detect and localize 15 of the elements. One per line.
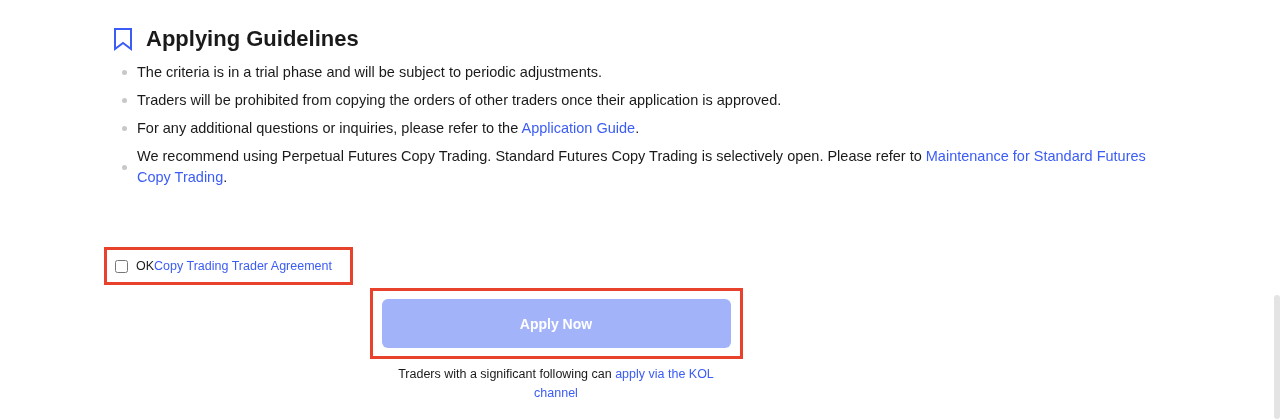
kol-channel-link[interactable]: channel <box>534 386 578 400</box>
agreement-label: OK <box>136 259 155 273</box>
guideline-text: Traders will be prohibited from copying the orders of other traders once their application is approved. <box>137 91 782 110</box>
guideline-text: The criteria is in a trial phase and will be subject to periodic adjustments. <box>137 63 603 82</box>
bookmark-icon <box>112 27 134 51</box>
guide-link[interactable]: Maintenance for Standard Futures <box>925 148 1146 164</box>
agreement-link[interactable]: Copy Trading Trader Agreement <box>154 259 332 273</box>
section-title: Applying Guidelines <box>146 26 359 52</box>
kol-note: Traders with a significant following can apply via the KOL channel <box>397 366 715 402</box>
scrollbar[interactable] <box>1274 295 1280 419</box>
agreement-checkbox[interactable] <box>115 259 128 273</box>
kol-channel-link[interactable]: apply via the KOL <box>615 367 714 381</box>
guideline-text: We recommend using Perpetual Futures Copy Trading. Standard Futures Copy Trading is selectively open. Please refer to Maintenance for Standard Futures Copy Trading. <box>137 147 1146 187</box>
guideline-text: For any additional questions or inquiries, please refer to the Application Guide. <box>137 119 640 138</box>
guide-link[interactable]: Application Guide <box>521 120 636 136</box>
